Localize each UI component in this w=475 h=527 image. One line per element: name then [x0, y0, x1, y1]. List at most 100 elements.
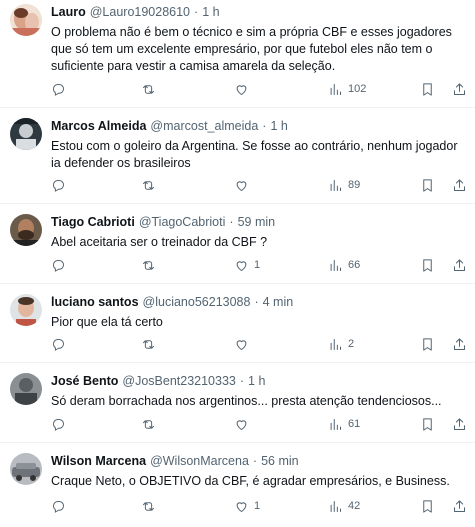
retweet-icon — [143, 180, 154, 190]
tweet[interactable]: luciano santos @luciano56213088 · 4 min … — [0, 284, 475, 363]
view-count: 42 — [348, 500, 361, 512]
tweet[interactable]: Marcos Almeida @marcost_almeida · 1 h Es… — [0, 108, 475, 204]
timestamp[interactable]: 1 h — [248, 373, 265, 390]
views-icon — [330, 259, 341, 271]
share-button[interactable] — [452, 497, 467, 515]
like-count: 1 — [254, 500, 261, 512]
share-icon — [454, 178, 465, 191]
tweet-text: O problema não é bem o técnico e sim a p… — [51, 25, 452, 73]
bookmark-button[interactable] — [420, 497, 435, 515]
share-icon — [454, 82, 465, 95]
views-button[interactable]: 89 — [328, 176, 360, 194]
view-count: 2 — [348, 338, 355, 350]
retweet-button[interactable] — [141, 415, 161, 433]
action-bar: 1 42 — [51, 497, 465, 515]
author-name[interactable]: Tiago Cabrioti — [51, 214, 135, 231]
views-button[interactable]: 2 — [328, 335, 354, 353]
separator-dot: · — [262, 119, 267, 133]
author-handle[interactable]: @luciano56213088 — [143, 294, 251, 311]
share-icon — [454, 337, 465, 350]
author-handle[interactable]: @JosBent23210333 — [122, 373, 235, 390]
bookmark-button[interactable] — [420, 176, 435, 194]
share-button[interactable] — [452, 256, 467, 274]
tweet[interactable]: Tiago Cabrioti @TiagoCabrioti · 59 min A… — [0, 204, 475, 284]
author-handle[interactable]: @marcost_almeida — [150, 118, 258, 135]
author-name[interactable]: Wilson Marcena — [51, 453, 146, 470]
author-name[interactable]: Marcos Almeida — [51, 118, 146, 135]
views-button[interactable]: 102 — [328, 80, 366, 98]
heart-icon — [236, 339, 247, 350]
heart-icon — [236, 84, 247, 95]
author-handle[interactable]: @TiagoCabrioti — [139, 214, 226, 231]
tweet-text: Estou com o goleiro da Argentina. Se fos… — [51, 139, 458, 170]
view-count: 102 — [348, 83, 367, 95]
retweet-button[interactable] — [141, 497, 161, 515]
reply-button[interactable] — [51, 176, 71, 194]
timestamp[interactable]: 59 min — [238, 214, 276, 231]
bookmark-icon — [423, 82, 432, 96]
like-button[interactable]: 1 — [234, 256, 260, 274]
action-bar: 102 — [51, 80, 465, 98]
like-button[interactable] — [234, 176, 254, 194]
like-button[interactable] — [234, 415, 254, 433]
author-name[interactable]: Lauro — [51, 4, 86, 21]
reply-button[interactable] — [51, 497, 71, 515]
view-count: 61 — [348, 418, 361, 430]
author-name[interactable]: luciano santos — [51, 294, 139, 311]
author-handle[interactable]: @WilsonMarcena — [150, 453, 249, 470]
views-icon — [330, 418, 341, 430]
avatar[interactable] — [10, 373, 42, 405]
bookmark-button[interactable] — [420, 80, 435, 98]
avatar[interactable] — [10, 453, 42, 485]
reply-icon — [53, 418, 64, 431]
action-bar: 61 — [51, 415, 465, 433]
views-button[interactable]: 66 — [328, 256, 360, 274]
retweet-button[interactable] — [141, 256, 161, 274]
author-handle[interactable]: @Lauro19028610 — [90, 4, 190, 21]
views-icon — [330, 500, 341, 512]
heart-icon — [236, 260, 247, 271]
tweet[interactable]: Lauro @Lauro19028610 · 1 h O problema nã… — [0, 0, 475, 108]
timestamp[interactable]: 1 h — [202, 4, 219, 21]
tweet[interactable]: José Bento @JosBent23210333 · 1 h Só der… — [0, 363, 475, 443]
heart-icon — [236, 501, 247, 512]
heart-icon — [236, 419, 247, 430]
bookmark-button[interactable] — [420, 415, 435, 433]
reply-icon — [53, 179, 64, 192]
avatar[interactable] — [10, 214, 42, 246]
share-icon — [454, 258, 465, 271]
reply-button[interactable] — [51, 415, 71, 433]
bookmark-button[interactable] — [420, 256, 435, 274]
action-bar: 1 66 — [51, 256, 465, 274]
heart-icon — [236, 180, 247, 191]
like-button[interactable]: 1 — [234, 497, 260, 515]
share-button[interactable] — [452, 80, 467, 98]
share-button[interactable] — [452, 176, 467, 194]
avatar[interactable] — [10, 294, 42, 326]
tweet[interactable]: Wilson Marcena @WilsonMarcena · 56 min C… — [0, 443, 475, 527]
avatar[interactable] — [10, 118, 42, 150]
timestamp[interactable]: 1 h — [270, 118, 287, 135]
like-button[interactable] — [234, 80, 254, 98]
reply-icon — [53, 83, 64, 96]
retweet-icon — [143, 419, 154, 429]
separator-dot: · — [229, 215, 234, 229]
author-name[interactable]: José Bento — [51, 373, 118, 390]
views-button[interactable]: 61 — [328, 415, 360, 433]
share-button[interactable] — [452, 335, 467, 353]
views-button[interactable]: 42 — [328, 497, 360, 515]
share-button[interactable] — [452, 415, 467, 433]
timestamp[interactable]: 56 min — [261, 453, 299, 470]
like-count: 1 — [254, 259, 261, 271]
reply-button[interactable] — [51, 80, 71, 98]
bookmark-button[interactable] — [420, 335, 435, 353]
timestamp[interactable]: 4 min — [263, 294, 294, 311]
separator-dot: · — [254, 295, 259, 309]
like-button[interactable] — [234, 335, 254, 353]
retweet-button[interactable] — [141, 335, 161, 353]
retweet-button[interactable] — [141, 176, 161, 194]
retweet-button[interactable] — [141, 80, 161, 98]
reply-button[interactable] — [51, 256, 71, 274]
avatar[interactable] — [10, 4, 42, 36]
reply-button[interactable] — [51, 335, 71, 353]
